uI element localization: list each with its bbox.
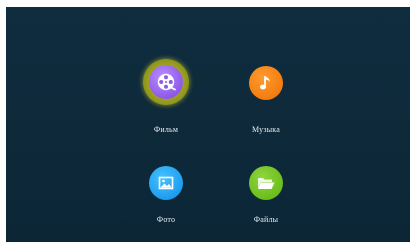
menu-item-label: Музыка xyxy=(252,125,280,134)
music-note-icon xyxy=(260,76,270,90)
picture-icon xyxy=(158,176,174,190)
menu-item-photo[interactable]: Фото xyxy=(121,159,211,239)
menu-item-label: Фото xyxy=(156,215,176,224)
menu-item-films[interactable]: Фильм xyxy=(121,59,211,139)
media-menu-screen: Фильм Музыка Фото Файлы xyxy=(6,7,410,242)
selection-ring xyxy=(143,59,189,105)
music-icon-circle xyxy=(249,66,283,100)
files-icon-circle xyxy=(249,166,283,200)
films-icon-circle xyxy=(149,65,183,99)
menu-item-files[interactable]: Файлы xyxy=(221,159,311,239)
menu-item-music[interactable]: Музыка xyxy=(221,59,311,139)
menu-item-label: Файлы xyxy=(253,215,279,224)
film-reel-icon xyxy=(157,73,176,91)
photo-icon-circle xyxy=(149,166,183,200)
folder-icon xyxy=(258,178,275,189)
menu-item-label: Фильм xyxy=(153,125,179,134)
